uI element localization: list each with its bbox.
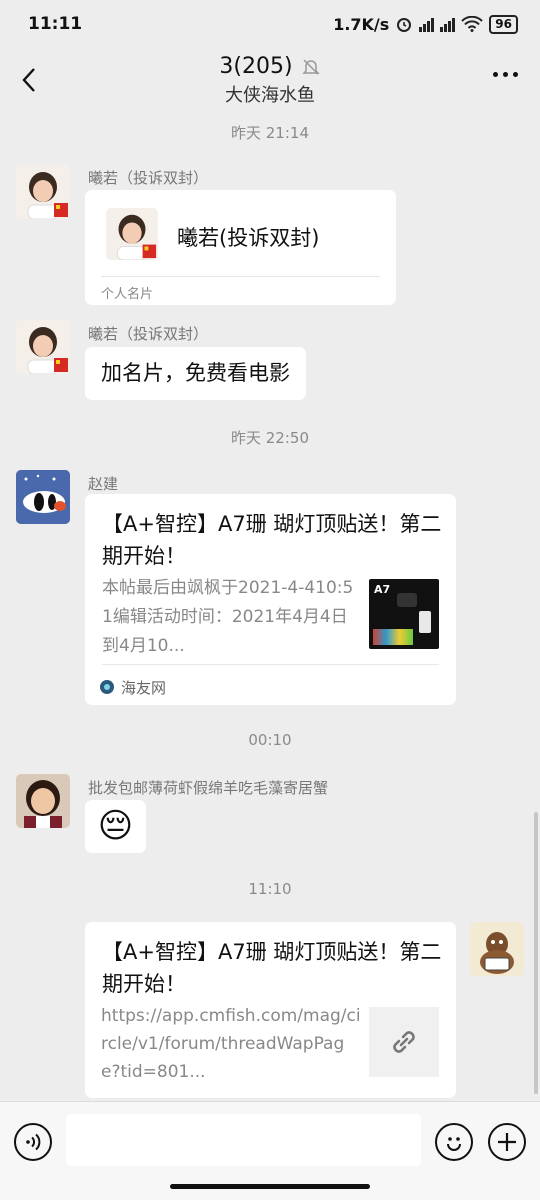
chat-title-area: 3(205) 大侠海水鱼	[0, 54, 540, 107]
add-button[interactable]	[488, 1123, 526, 1161]
link-title: 【A+智控】A7珊 瑚灯顶贴送！第二期开始！	[102, 512, 442, 568]
link-card-bubble-sent[interactable]: 【A+智控】A7珊 瑚灯顶贴送！第二期开始！ https://app.cmfis…	[85, 922, 456, 1098]
avatar[interactable]	[16, 470, 70, 524]
timestamp: 11:10	[248, 880, 292, 898]
network-speed: 1.7K/s	[333, 14, 390, 34]
status-icons: 1.7K/s 96	[333, 14, 518, 34]
timestamp: 昨天 21:14	[231, 124, 309, 142]
link-icon	[393, 1031, 415, 1053]
link-card-bubble[interactable]: 【A+智控】A7珊 瑚灯顶贴送！第二期开始！ 本帖最后由飒枫于2021-4-41…	[85, 494, 456, 705]
sender-name: 曦若（投诉双封）	[88, 325, 209, 343]
link-thumbnail	[369, 1007, 439, 1077]
my-avatar[interactable]	[470, 922, 524, 976]
signal-icon	[419, 16, 435, 32]
voice-icon	[26, 1133, 41, 1151]
sender-name: 批发包邮薄荷虾假绵羊吃毛藻寄居蟹	[88, 779, 329, 797]
status-time: 11:11	[28, 14, 83, 34]
scrollbar[interactable]	[534, 812, 538, 1094]
timestamp: 00:10	[248, 731, 292, 749]
more-options-button[interactable]	[493, 72, 518, 77]
emoji-button[interactable]	[435, 1123, 473, 1161]
plus-icon	[498, 1133, 516, 1151]
sender-name: 曦若（投诉双封）	[88, 169, 209, 187]
avatar[interactable]	[16, 774, 70, 828]
timestamp: 昨天 22:50	[231, 429, 309, 447]
chat-header: 3(205) 大侠海水鱼	[0, 48, 540, 116]
contact-card-bubble[interactable]: 曦若(投诉双封) 个人名片	[85, 190, 396, 305]
link-thumbnail: A7	[369, 579, 439, 649]
divider	[101, 276, 380, 277]
battery-icon: 96	[489, 14, 518, 34]
avatar[interactable]	[16, 165, 70, 219]
site-logo-icon	[100, 680, 114, 694]
home-indicator[interactable]	[170, 1184, 370, 1189]
emoji-bubble[interactable]: 😔	[85, 800, 146, 853]
status-bar: 11:11 1.7K/s 96	[0, 0, 540, 48]
chat-title: 3(205)	[219, 54, 293, 79]
message-input[interactable]	[66, 1114, 421, 1166]
link-source: 海友网	[121, 679, 167, 697]
card-footer: 个人名片	[101, 287, 154, 302]
card-name: 曦若(投诉双封)	[177, 226, 320, 250]
link-title: 【A+智控】A7珊 瑚灯顶贴送！第二期开始！	[102, 940, 442, 996]
signal-icon	[440, 16, 456, 32]
mute-bell-icon	[301, 58, 320, 75]
chat-subtitle: 大侠海水鱼	[225, 85, 315, 106]
sender-name: 赵建	[88, 475, 119, 493]
message-bubble[interactable]: 加名片，免费看电影	[85, 347, 306, 400]
alarm-icon	[397, 18, 412, 32]
avatar[interactable]	[16, 320, 70, 374]
link-url: https://app.cmfish.com/mag/circle/v1/for…	[101, 1006, 361, 1082]
link-description: 本帖最后由飒枫于2021-4-410:51编辑活动时间：2021年4月4日到4月…	[102, 578, 354, 656]
divider	[102, 664, 439, 665]
wifi-icon	[461, 16, 484, 32]
smiley-icon	[447, 1137, 461, 1151]
card-avatar	[106, 208, 158, 260]
voice-button[interactable]	[14, 1123, 52, 1161]
